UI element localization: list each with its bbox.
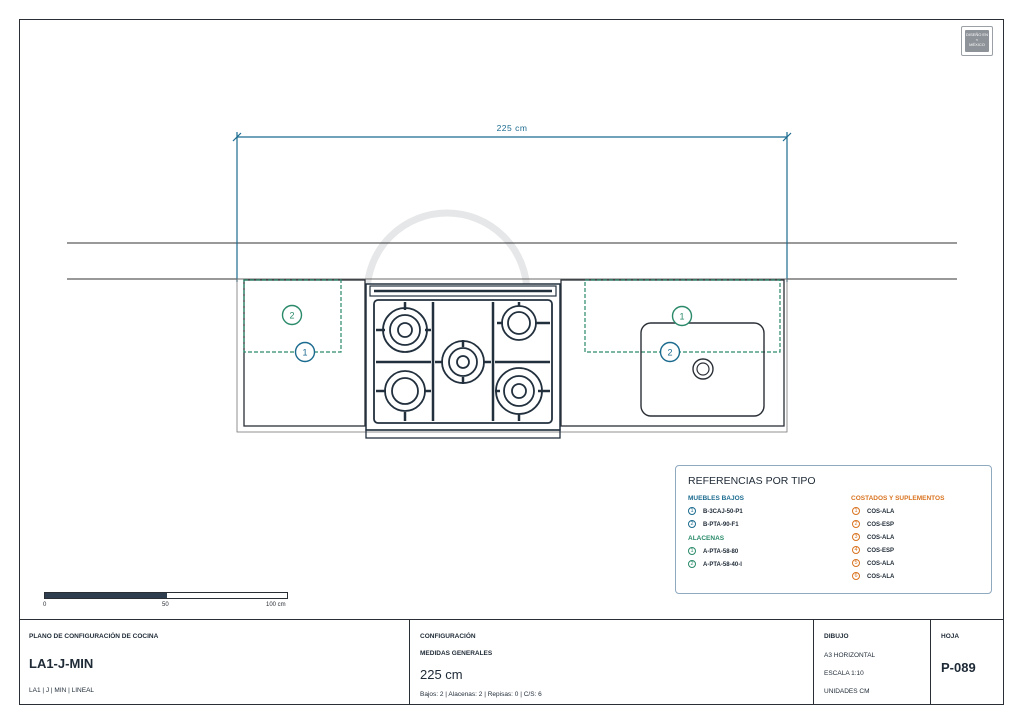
legend-code: COS-ALA bbox=[867, 535, 895, 541]
scale-bar bbox=[44, 592, 288, 599]
title-cell-plan: PLANO DE CONFIGURACIÓN DE COCINA LA1-J-M… bbox=[19, 620, 410, 705]
title-cell-config: CONFIGURACIÓN MEDIDAS GENERALES 225 cm B… bbox=[410, 620, 814, 705]
legend-code: A-PTA-58-40-I bbox=[703, 562, 742, 568]
legend-code: A-PTA-58-80 bbox=[703, 549, 739, 555]
config-value: 225 cm bbox=[420, 667, 463, 682]
legend-badge: 2 bbox=[688, 520, 696, 528]
scale-label-100: 100 cm bbox=[266, 602, 286, 608]
legend-badge: 2 bbox=[852, 520, 860, 528]
svg-text:1: 1 bbox=[302, 348, 307, 358]
title-cell-drawing: DIBUJO A3 HORIZONTAL ESCALA 1:10 UNIDADE… bbox=[814, 620, 931, 705]
scale-label-0: 0 bbox=[43, 602, 47, 608]
plan-code: LA1-J-MIN bbox=[29, 656, 94, 671]
logo-badge: DISEÑO EN ≈ MÉXICO bbox=[965, 30, 989, 52]
legend-code: B-3CAJ-50-P1 bbox=[703, 509, 743, 515]
legend-heading-alacenas: ALACENAS bbox=[688, 535, 725, 542]
marker-base-cabinet-right: 2 bbox=[659, 341, 681, 363]
title-block: PLANO DE CONFIGURACIÓN DE COCINA LA1-J-M… bbox=[19, 619, 1004, 705]
legend-code: COS-ALA bbox=[867, 574, 895, 580]
stove bbox=[365, 283, 561, 439]
legend-badge: 1 bbox=[688, 547, 696, 555]
config-heading: CONFIGURACIÓN bbox=[420, 633, 476, 640]
scale-label-50: 50 bbox=[162, 602, 169, 608]
legend-heading-costados: COSTADOS Y SUPLEMENTOS bbox=[851, 495, 945, 502]
title-cell-sheet: HOJA P-089 bbox=[931, 620, 1004, 705]
drawing-scale: ESCALA 1:10 bbox=[824, 670, 864, 677]
legend-badge: 6 bbox=[852, 572, 860, 580]
drawing-heading: DIBUJO bbox=[824, 633, 849, 640]
marker-wall-cabinet-right: 1 bbox=[671, 305, 693, 327]
plan-heading: PLANO DE CONFIGURACIÓN DE COCINA bbox=[29, 633, 159, 640]
scale-bar-fill bbox=[45, 593, 167, 598]
dimension-label: 225 cm bbox=[497, 123, 528, 133]
legend-code: COS-ALA bbox=[867, 509, 895, 515]
legend-badge: 1 bbox=[852, 507, 860, 515]
drawing-units: UNIDADES CM bbox=[824, 688, 870, 695]
legend-code: B-PTA-90-F1 bbox=[703, 522, 739, 528]
plan-sub: LA1 | J | MIN | LINEAL bbox=[29, 687, 95, 694]
svg-text:1: 1 bbox=[679, 312, 684, 322]
legend-code: COS-ALA bbox=[867, 561, 895, 567]
legend-badge: 4 bbox=[852, 546, 860, 554]
legend-title: REFERENCIAS POR TIPO bbox=[688, 475, 816, 487]
legend-badge: 2 bbox=[688, 560, 696, 568]
legend-panel: REFERENCIAS POR TIPO MUEBLES BAJOS 1 B-3… bbox=[675, 465, 992, 594]
sheet-heading: HOJA bbox=[941, 633, 960, 640]
svg-text:2: 2 bbox=[667, 348, 672, 358]
legend-code: COS-ESP bbox=[867, 522, 895, 528]
logo-line-2: MÉXICO bbox=[969, 42, 985, 47]
marker-wall-cabinet-left: 2 bbox=[281, 304, 303, 326]
kitchen-floor-plan: 225 cm 2 1 1 2 bbox=[67, 123, 957, 439]
drawing-format: A3 HORIZONTAL bbox=[824, 652, 876, 659]
sheet-number: P-089 bbox=[941, 660, 976, 675]
legend-badge: 1 bbox=[688, 507, 696, 515]
legend-code: COS-ESP bbox=[867, 548, 895, 554]
svg-text:2: 2 bbox=[289, 311, 294, 321]
config-subheading: MEDIDAS GENERALES bbox=[420, 650, 493, 657]
dimension-line bbox=[232, 132, 792, 282]
legend-badge: 3 bbox=[852, 533, 860, 541]
legend-heading-muebles-bajos: MUEBLES BAJOS bbox=[688, 495, 744, 502]
marker-base-cabinet-left: 1 bbox=[294, 341, 316, 363]
mexico-logo: DISEÑO EN ≈ MÉXICO bbox=[961, 26, 993, 56]
legend-badge: 5 bbox=[852, 559, 860, 567]
config-detail: Bajos: 2 | Alacenas: 2 | Repisas: 0 | C/… bbox=[420, 691, 542, 698]
